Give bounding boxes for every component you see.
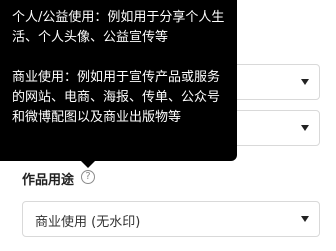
usage-label: 作品用途 <box>22 173 75 188</box>
chevron-down-icon <box>301 216 309 222</box>
question-circle-icon[interactable]: ? <box>81 170 95 184</box>
tooltip-commercial-text: 商业使用：例如用于宣传产品或服务的网站、电商、海报、传单、公众号和微博配图以及商… <box>12 70 221 125</box>
tooltip-arrow <box>80 160 96 168</box>
chevron-down-icon <box>301 125 309 131</box>
chevron-down-icon <box>301 79 309 85</box>
tooltip-personal-text: 个人/公益使用：例如用于分享个人生活、个人头像、公益宣传等 <box>12 10 225 45</box>
usage-tooltip: 个人/公益使用：例如用于分享个人生活、个人头像、公益宣传等 商业使用：例如用于宣… <box>0 0 237 161</box>
form-panel: 作品用途 ? 商业使用 (无水印) 个人/公益使用：例如用于分享个人生活、个人头… <box>0 0 336 251</box>
usage-select-value: 商业使用 (无水印) <box>35 215 141 230</box>
usage-select[interactable]: 商业使用 (无水印) <box>22 201 320 237</box>
